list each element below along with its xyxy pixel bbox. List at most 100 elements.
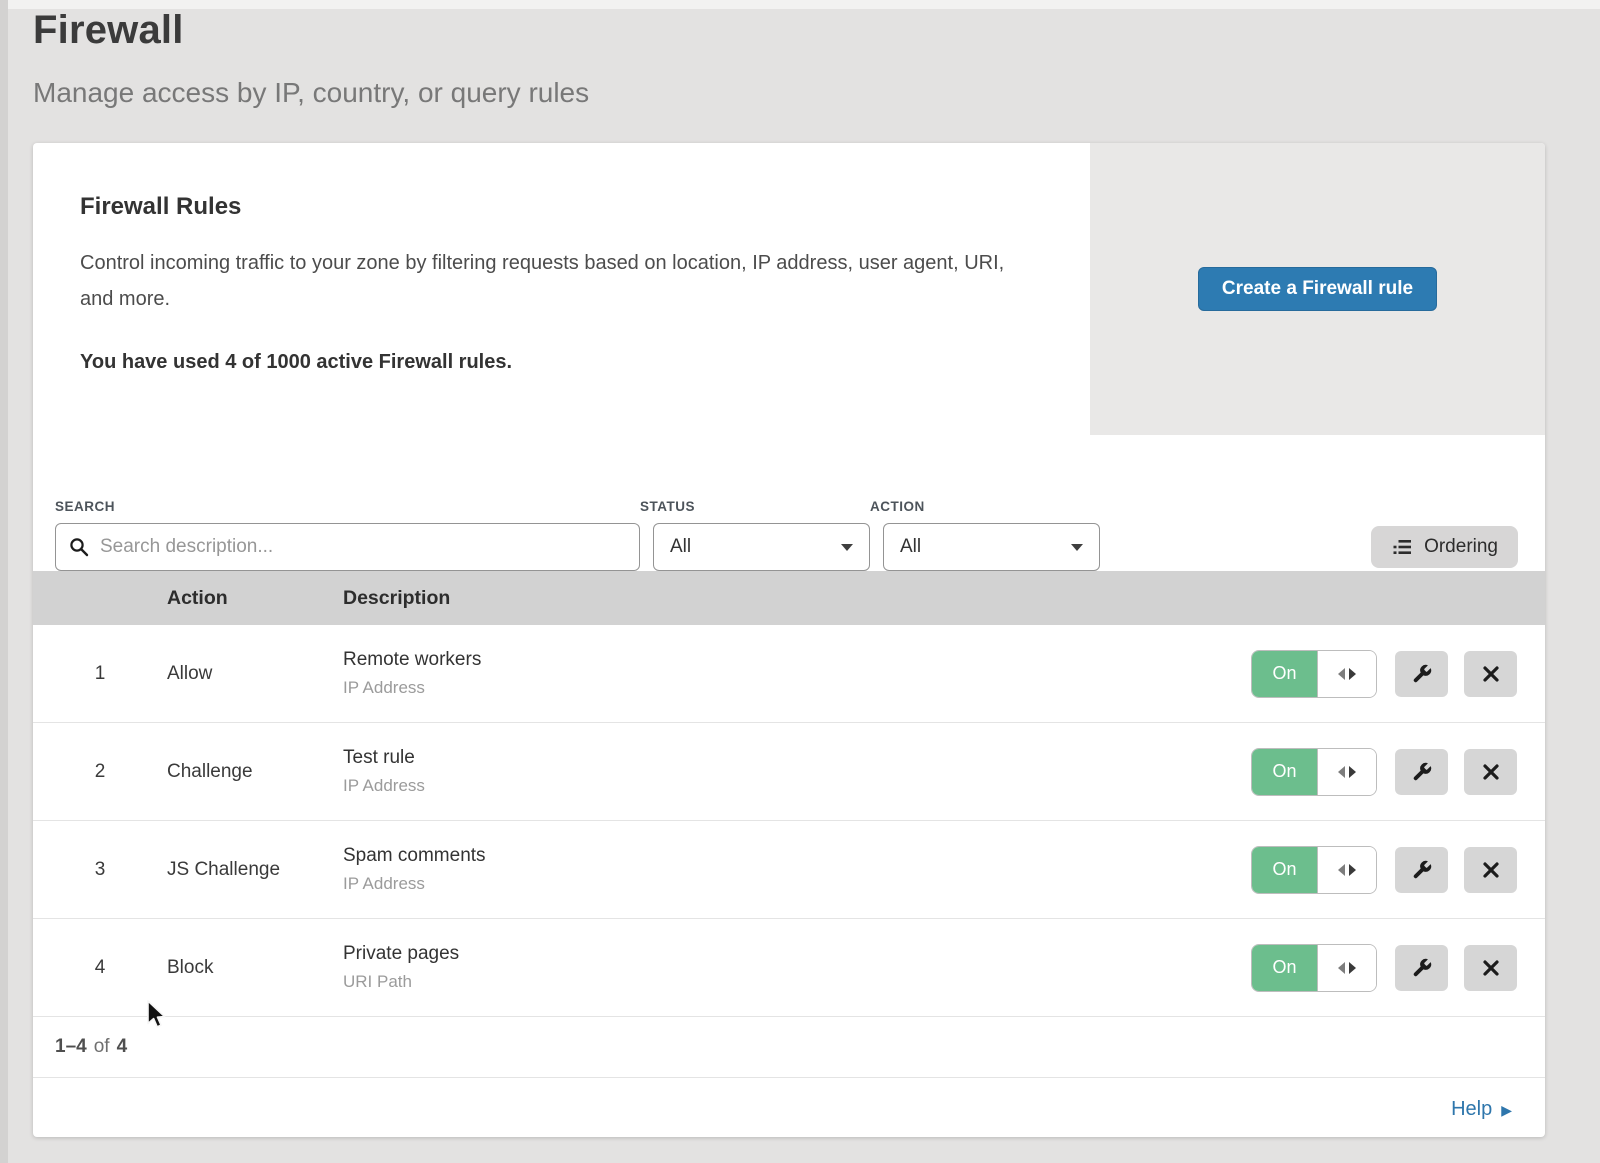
arrow-right-icon (1349, 962, 1356, 974)
usage-note: You have used 4 of 1000 active Firewall … (80, 351, 1030, 374)
action-label: ACTION (870, 499, 1100, 514)
wrench-icon (1411, 761, 1433, 783)
arrow-left-icon (1338, 766, 1345, 778)
card-heading: Firewall Rules (80, 193, 1030, 221)
page-header: Firewall Manage access by IP, country, o… (33, 8, 589, 109)
status-field-group: STATUS All (640, 499, 870, 571)
rule-match-type: IP Address (343, 874, 1251, 894)
filter-bar: SEARCH STATUS All ACTION All (33, 435, 1545, 571)
rule-description: Private pages (343, 943, 1251, 965)
rule-match-type: URI Path (343, 972, 1251, 992)
delete-rule-button[interactable] (1464, 749, 1517, 795)
rule-description: Remote workers (343, 649, 1251, 671)
card-description: Control incoming traffic to your zone by… (80, 245, 1025, 317)
rule-description-cell: Test rule IP Address (343, 747, 1251, 796)
arrow-left-icon (1338, 668, 1345, 680)
toggle-arrows[interactable] (1318, 749, 1376, 795)
rule-enabled-toggle[interactable]: On (1251, 846, 1377, 894)
action-selected-value: All (900, 536, 921, 558)
search-field-group: SEARCH (55, 499, 640, 571)
column-header-description: Description (343, 587, 1545, 610)
delete-rule-button[interactable] (1464, 945, 1517, 991)
toggle-on-label[interactable]: On (1252, 945, 1318, 991)
chevron-down-icon (1071, 544, 1083, 551)
pagination-of: of (94, 1036, 110, 1058)
arrow-right-icon: ▶ (1501, 1103, 1512, 1117)
ordered-list-icon (1391, 536, 1413, 558)
window-left-edge (0, 0, 8, 1163)
card-footer: Help ▶ (33, 1078, 1545, 1141)
wrench-icon (1411, 859, 1433, 881)
pagination: 1–4 of 4 (33, 1017, 1545, 1078)
rule-action: Block (167, 957, 343, 979)
create-firewall-rule-button[interactable]: Create a Firewall rule (1198, 267, 1437, 311)
delete-rule-button[interactable] (1464, 847, 1517, 893)
edit-rule-button[interactable] (1395, 847, 1448, 893)
rule-priority: 4 (33, 957, 167, 979)
table-header: Action Description (33, 571, 1545, 625)
rule-enabled-toggle[interactable]: On (1251, 650, 1377, 698)
column-header-action: Action (167, 587, 343, 610)
create-rule-panel: Create a Firewall rule (1090, 143, 1545, 435)
arrow-right-icon (1349, 864, 1356, 876)
close-icon (1481, 860, 1501, 880)
arrow-right-icon (1349, 668, 1356, 680)
wrench-icon (1411, 663, 1433, 685)
edit-rule-button[interactable] (1395, 945, 1448, 991)
pagination-range: 1–4 (55, 1036, 87, 1058)
table-row: 2 Challenge Test rule IP Address On (33, 723, 1545, 821)
toggle-on-label[interactable]: On (1252, 847, 1318, 893)
arrow-left-icon (1338, 962, 1345, 974)
toggle-on-label[interactable]: On (1252, 749, 1318, 795)
table-row: 4 Block Private pages URI Path On (33, 919, 1545, 1017)
page-title: Firewall (33, 8, 589, 53)
arrow-left-icon (1338, 864, 1345, 876)
ordering-button[interactable]: Ordering (1371, 526, 1518, 568)
card-top-section: Firewall Rules Control incoming traffic … (33, 143, 1545, 435)
table-row: 1 Allow Remote workers IP Address On (33, 625, 1545, 723)
search-label: SEARCH (55, 499, 640, 514)
delete-rule-button[interactable] (1464, 651, 1517, 697)
close-icon (1481, 958, 1501, 978)
toggle-arrows[interactable] (1318, 651, 1376, 697)
edit-rule-button[interactable] (1395, 651, 1448, 697)
pagination-total: 4 (117, 1036, 128, 1058)
rule-match-type: IP Address (343, 776, 1251, 796)
rule-description-cell: Private pages URI Path (343, 943, 1251, 992)
action-select[interactable]: All (883, 523, 1100, 571)
search-icon (68, 536, 90, 558)
firewall-rules-card: Firewall Rules Control incoming traffic … (33, 143, 1545, 1137)
arrow-right-icon (1349, 766, 1356, 778)
toggle-on-label[interactable]: On (1252, 651, 1318, 697)
rule-enabled-toggle[interactable]: On (1251, 748, 1377, 796)
edit-rule-button[interactable] (1395, 749, 1448, 795)
toggle-arrows[interactable] (1318, 945, 1376, 991)
rule-action: Allow (167, 663, 343, 685)
help-link[interactable]: Help ▶ (1451, 1098, 1512, 1121)
rule-priority: 2 (33, 761, 167, 783)
rule-description-cell: Remote workers IP Address (343, 649, 1251, 698)
wrench-icon (1411, 957, 1433, 979)
card-intro: Firewall Rules Control incoming traffic … (33, 143, 1090, 435)
action-field-group: ACTION All (870, 499, 1100, 571)
rule-priority: 3 (33, 859, 167, 881)
chevron-down-icon (841, 544, 853, 551)
toggle-arrows[interactable] (1318, 847, 1376, 893)
rule-action: JS Challenge (167, 859, 343, 881)
rule-priority: 1 (33, 663, 167, 685)
status-select[interactable]: All (653, 523, 870, 571)
status-label: STATUS (640, 499, 870, 514)
rule-description-cell: Spam comments IP Address (343, 845, 1251, 894)
page-subtitle: Manage access by IP, country, or query r… (33, 77, 589, 109)
close-icon (1481, 762, 1501, 782)
help-link-label: Help (1451, 1098, 1492, 1121)
close-icon (1481, 664, 1501, 684)
search-input[interactable] (55, 523, 640, 571)
ordering-button-label: Ordering (1424, 536, 1498, 558)
rule-match-type: IP Address (343, 678, 1251, 698)
rule-action: Challenge (167, 761, 343, 783)
status-selected-value: All (670, 536, 691, 558)
rule-description: Spam comments (343, 845, 1251, 867)
rule-enabled-toggle[interactable]: On (1251, 944, 1377, 992)
table-row: 3 JS Challenge Spam comments IP Address … (33, 821, 1545, 919)
